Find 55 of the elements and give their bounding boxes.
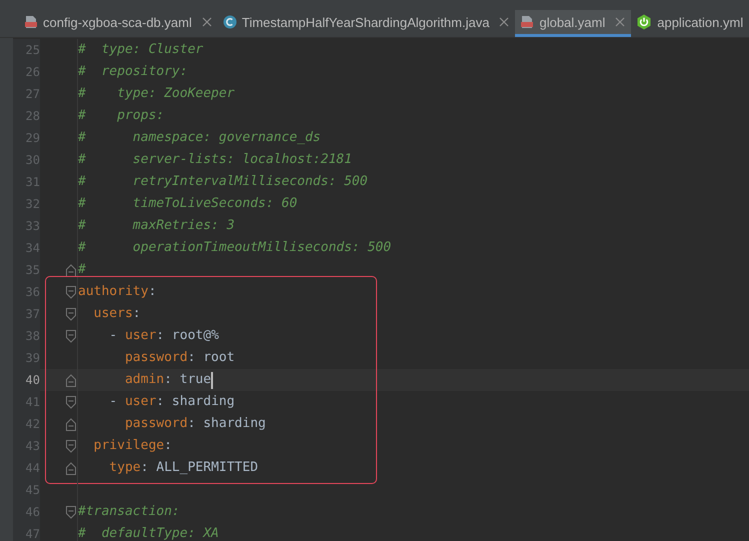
yaml-key: privilege: [78, 435, 164, 457]
code-text: : sharding: [156, 393, 235, 411]
close-icon[interactable]: [202, 17, 212, 27]
yaml-key: user: [124, 325, 156, 347]
code-text: : root: [188, 349, 235, 367]
code-text: :: [148, 283, 156, 301]
file-tab[interactable]: TimestampHalfYearShardingAlgorithm.java: [218, 10, 516, 37]
code-comment: # type: Cluster: [78, 41, 204, 59]
code-comment: # namespace: governance_ds: [78, 129, 321, 147]
fold-end-icon[interactable]: [66, 418, 76, 430]
fold-icon[interactable]: [66, 308, 76, 320]
yaml-key: authority: [78, 281, 148, 303]
code-comment: # server-lists: localhost:2181: [78, 151, 352, 169]
code-comment: # props:: [78, 107, 164, 125]
yaml-key: users: [78, 303, 133, 325]
code-text: : root@%: [156, 327, 219, 345]
code-comment: # type: ZooKeeper: [78, 85, 235, 103]
code-comment: # operationTimeoutMilliseconds: 500: [78, 239, 392, 257]
code-text: -: [108, 327, 118, 345]
close-icon[interactable]: [499, 17, 510, 27]
yaml-file-icon: [520, 15, 534, 29]
fold-icon[interactable]: [66, 396, 76, 408]
yaml-file-icon: [24, 15, 38, 29]
code-text: : ALL_PERMITTED: [140, 459, 258, 477]
yaml-key: type: [78, 457, 141, 479]
yaml-key: user: [124, 391, 156, 413]
power-icon: [636, 14, 652, 30]
code-text: : sharding: [188, 415, 266, 433]
fold-icon[interactable]: [66, 440, 76, 452]
class-icon: [222, 15, 237, 29]
code-text: :: [132, 305, 141, 323]
code-text: :: [164, 437, 172, 455]
code-comment: # retryIntervalMilliseconds: 500: [78, 173, 368, 191]
fold-icon[interactable]: [66, 286, 76, 298]
code-comment: # repository:: [78, 63, 188, 81]
code-text: -: [108, 393, 118, 411]
file-tab[interactable]: config-xgboa-sca-db.yaml: [19, 10, 218, 37]
code-comment: #transaction:: [78, 503, 180, 521]
code-text: : true: [164, 371, 212, 389]
code-comment: # defaultType: XA: [78, 525, 219, 541]
yaml-key: password: [78, 347, 188, 369]
code-comment: # maxRetries: 3: [78, 217, 235, 235]
file-tab[interactable]: global.yaml: [515, 10, 632, 37]
file-tab[interactable]: application.yml: [631, 10, 749, 37]
fold-end-icon[interactable]: [66, 374, 76, 386]
close-icon[interactable]: [615, 17, 626, 27]
yaml-key: admin: [78, 369, 164, 391]
yaml-key: password: [78, 413, 188, 435]
text-caret: [211, 372, 214, 388]
code-comment: # timeToLiveSeconds: 60: [78, 195, 298, 213]
fold-end-icon[interactable]: [66, 264, 76, 276]
fold-end-icon[interactable]: [66, 462, 76, 474]
code-comment: #: [78, 261, 86, 279]
fold-icon[interactable]: [66, 506, 76, 518]
fold-icon[interactable]: [66, 330, 76, 342]
